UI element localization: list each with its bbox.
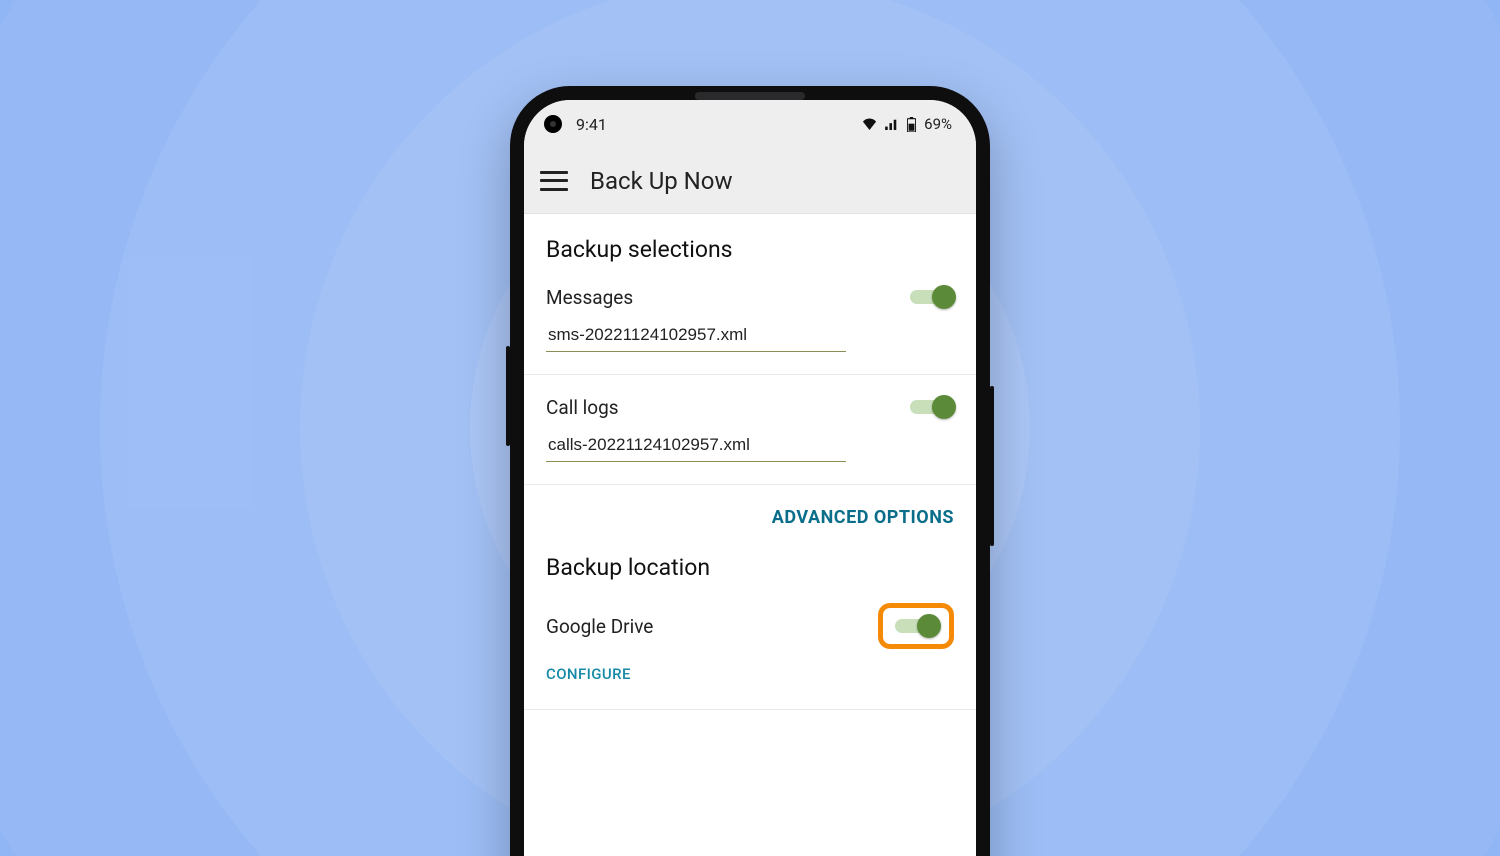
phone-earpiece (695, 92, 805, 100)
messages-toggle[interactable] (910, 285, 954, 309)
advanced-options-link[interactable]: ADVANCED OPTIONS (772, 507, 954, 528)
app-bar-title: Back Up Now (590, 167, 733, 195)
google-drive-toggle[interactable] (895, 614, 939, 638)
phone-frame: 9:41 69% Back Up Now Backu (510, 86, 990, 856)
wifi-icon (862, 118, 877, 130)
calllogs-row: Call logs (524, 375, 976, 423)
messages-file-input[interactable] (546, 321, 846, 352)
camera-hole-icon (544, 115, 562, 133)
status-time: 9:41 (576, 115, 607, 134)
calllogs-label: Call logs (546, 396, 619, 419)
hamburger-menu-icon[interactable] (540, 171, 568, 191)
status-battery-percent: 69% (924, 115, 952, 133)
section-header-backup-selections: Backup selections (524, 232, 976, 281)
signal-icon (885, 118, 899, 130)
calllogs-file-input[interactable] (546, 431, 846, 462)
divider (524, 709, 976, 710)
messages-row: Messages (524, 281, 976, 313)
highlight-box (878, 603, 954, 649)
google-drive-label: Google Drive (546, 615, 653, 638)
configure-link[interactable]: CONFIGURE (546, 649, 954, 683)
phone-screen: 9:41 69% Back Up Now Backu (524, 100, 976, 856)
section-header-backup-location: Backup location (524, 550, 976, 599)
battery-icon (907, 117, 916, 132)
app-bar: Back Up Now (524, 148, 976, 214)
status-bar: 9:41 69% (524, 100, 976, 148)
messages-label: Messages (546, 286, 633, 309)
calllogs-toggle[interactable] (910, 395, 954, 419)
